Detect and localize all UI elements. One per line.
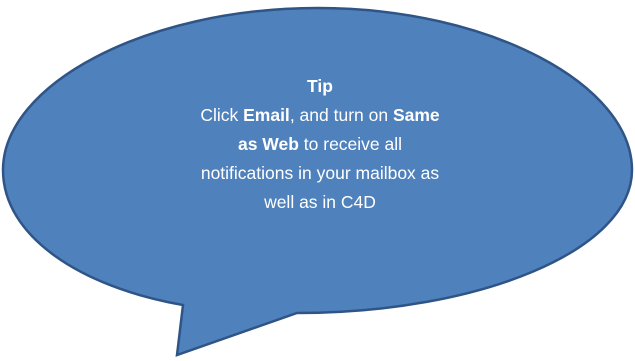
tip-title: Tip bbox=[307, 76, 333, 96]
tip-body-part-2: , and turn on bbox=[289, 105, 393, 125]
tip-body: Click Email, and turn on Same as Web to … bbox=[200, 105, 439, 212]
tip-callout-canvas: Tip Click Email, and turn on Same as Web… bbox=[0, 0, 635, 361]
tip-text-block: Tip Click Email, and turn on Same as Web… bbox=[190, 72, 450, 217]
tip-body-part-3: to receive all notifications in your mai… bbox=[200, 134, 440, 212]
tip-email-keyword: Email bbox=[243, 105, 290, 125]
tip-body-part-1: Click bbox=[200, 105, 244, 125]
